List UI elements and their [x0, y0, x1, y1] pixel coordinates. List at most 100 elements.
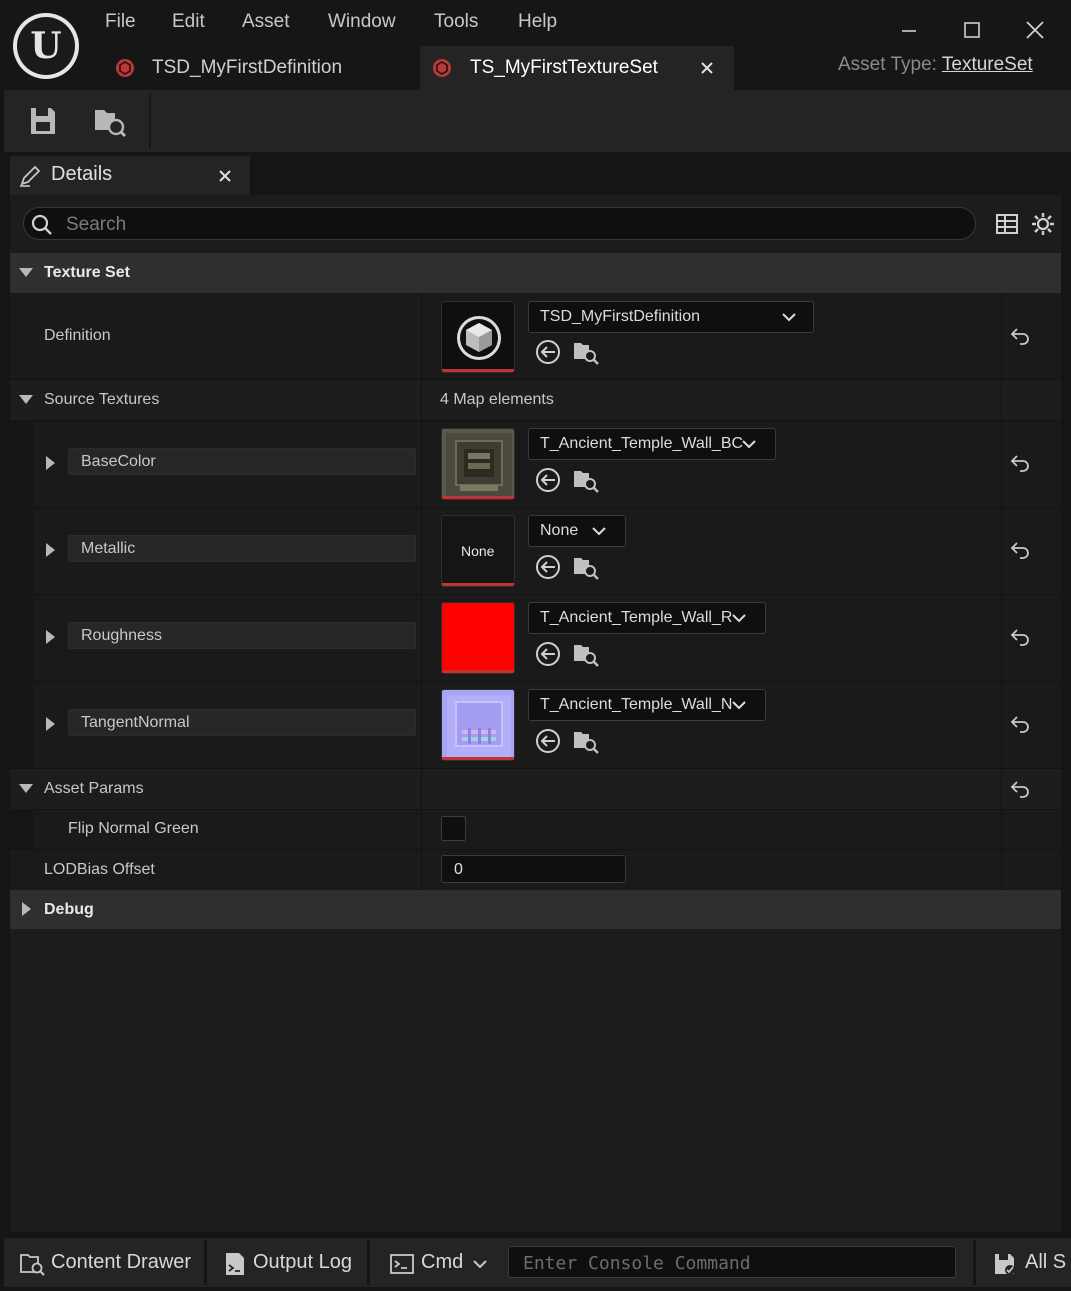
- menu-file[interactable]: File: [105, 8, 136, 36]
- chevron-down-icon: [782, 313, 796, 322]
- use-selected-asset-icon[interactable]: [535, 339, 561, 365]
- thumbnail-none-label: None: [461, 543, 495, 559]
- settings-gear-icon[interactable]: [1031, 211, 1055, 237]
- use-selected-asset-icon[interactable]: [535, 554, 561, 580]
- map-name-field[interactable]: Metallic: [68, 535, 416, 562]
- output-log-icon: [226, 1253, 244, 1275]
- dropdown-value: T_Ancient_Temple_Wall_BC: [540, 435, 744, 452]
- unreal-logo-icon[interactable]: U: [13, 13, 79, 79]
- stone-wall-texture-thumbnail: [442, 429, 514, 499]
- definition-thumbnail[interactable]: [441, 301, 515, 373]
- asset-type-label: Asset Type: TextureSet: [838, 54, 1033, 76]
- browse-asset-icon[interactable]: [573, 467, 599, 493]
- minimize-icon[interactable]: [889, 10, 929, 50]
- search-icon: [31, 214, 52, 235]
- metallic-texture-dropdown[interactable]: None: [528, 515, 626, 547]
- asset-params-label: Asset Params: [44, 780, 144, 797]
- tab-tsd-myfirstdefinition[interactable]: TSD_MyFirstDefinition: [105, 46, 415, 90]
- lodbias-input[interactable]: 0: [441, 855, 626, 883]
- lodbias-row: LODBias Offset 0: [10, 849, 1061, 890]
- content-drawer-label: Content Drawer: [51, 1251, 192, 1273]
- menu-window[interactable]: Window: [328, 8, 396, 36]
- use-selected-asset-icon[interactable]: [535, 641, 561, 667]
- dropdown-value: T_Ancient_Temple_Wall_R: [540, 609, 733, 626]
- definition-row: Definition TSD_MyFirstDefinition: [10, 293, 1061, 379]
- collapse-arrow-icon[interactable]: [19, 268, 33, 277]
- browse-asset-icon[interactable]: [573, 728, 599, 754]
- map-elements-count: 4 Map elements: [440, 391, 554, 408]
- details-tab[interactable]: Details: [10, 156, 250, 196]
- map-name-field[interactable]: TangentNormal: [68, 709, 416, 736]
- property-matrix-icon[interactable]: [995, 212, 1019, 236]
- tab-label: TSD_MyFirstDefinition: [152, 57, 343, 78]
- search-input[interactable]: [64, 208, 948, 241]
- menu-asset[interactable]: Asset: [242, 8, 290, 36]
- search-bar[interactable]: [23, 207, 976, 241]
- browse-asset-icon[interactable]: [573, 554, 599, 580]
- definition-dropdown[interactable]: TSD_MyFirstDefinition: [528, 301, 814, 333]
- source-textures-label: Source Textures: [44, 391, 160, 408]
- category-texture-set[interactable]: Texture Set: [10, 253, 1061, 293]
- all-saved-label: All Saved: [1025, 1251, 1067, 1273]
- expand-arrow-icon[interactable]: [22, 902, 31, 916]
- map-name-field[interactable]: BaseColor: [68, 448, 416, 475]
- source-textures-row[interactable]: Source Textures 4 Map elements: [10, 379, 1061, 420]
- toolbar-separator: [149, 94, 151, 148]
- dropdown-value: None: [540, 522, 579, 539]
- cube-asset-icon: [457, 316, 501, 360]
- use-selected-asset-icon[interactable]: [535, 728, 561, 754]
- reset-to-default-icon[interactable]: [1009, 327, 1031, 345]
- map-row-roughness: Roughness T_Ancient_Temple_Wall_R: [10, 594, 1061, 681]
- flip-normal-green-checkbox[interactable]: [441, 816, 466, 841]
- console-input[interactable]: [521, 1247, 945, 1279]
- expand-arrow-icon[interactable]: [46, 717, 55, 731]
- map-name: BaseColor: [81, 453, 156, 470]
- maximize-icon[interactable]: [952, 10, 992, 50]
- menu-edit[interactable]: Edit: [172, 8, 205, 36]
- map-row-basecolor: BaseColor T_Ancient_Temple_Wall_BC: [10, 420, 1061, 507]
- content-drawer-icon: [20, 1254, 45, 1276]
- collapse-arrow-icon[interactable]: [19, 784, 33, 793]
- menu-help[interactable]: Help: [518, 8, 557, 36]
- tab-ts-myfirsttextureset[interactable]: TS_MyFirstTextureSet: [420, 46, 734, 90]
- chevron-down-icon: [742, 440, 756, 449]
- output-log-label: Output Log: [253, 1251, 352, 1273]
- close-window-icon[interactable]: [1015, 10, 1055, 50]
- asset-params-row[interactable]: Asset Params: [10, 768, 1061, 809]
- metallic-thumbnail[interactable]: None: [441, 515, 515, 587]
- normal-map-texture-thumbnail: [442, 690, 514, 760]
- reset-to-default-icon[interactable]: [1009, 715, 1031, 733]
- asset-type-link[interactable]: TextureSet: [942, 54, 1033, 75]
- reset-to-default-icon[interactable]: [1009, 541, 1031, 559]
- save-icon[interactable]: [29, 106, 57, 136]
- all-saved-button[interactable]: All Saved: [993, 1238, 1067, 1287]
- reset-to-default-icon[interactable]: [1009, 454, 1031, 472]
- map-name-field[interactable]: Roughness: [68, 622, 416, 649]
- terminal-icon: [390, 1254, 414, 1274]
- basecolor-texture-dropdown[interactable]: T_Ancient_Temple_Wall_BC: [528, 428, 776, 460]
- definition-label: Definition: [44, 327, 111, 344]
- use-selected-asset-icon[interactable]: [535, 467, 561, 493]
- roughness-thumbnail[interactable]: [441, 602, 515, 674]
- expand-arrow-icon[interactable]: [46, 630, 55, 644]
- browse-asset-icon[interactable]: [573, 641, 599, 667]
- browse-asset-icon[interactable]: [573, 339, 599, 365]
- roughness-texture-dropdown[interactable]: T_Ancient_Temple_Wall_R: [528, 602, 766, 634]
- browse-to-asset-icon[interactable]: [93, 104, 127, 138]
- reset-to-default-icon[interactable]: [1009, 628, 1031, 646]
- close-tab-icon[interactable]: [701, 62, 713, 74]
- category-debug[interactable]: Debug: [10, 890, 1061, 929]
- details-tab-label: Details: [51, 163, 113, 185]
- console-command-field[interactable]: [508, 1246, 956, 1279]
- reset-to-default-icon[interactable]: [1009, 780, 1031, 798]
- expand-arrow-icon[interactable]: [46, 543, 55, 557]
- basecolor-thumbnail[interactable]: [441, 428, 515, 500]
- menu-tools[interactable]: Tools: [434, 8, 478, 36]
- collapse-arrow-icon[interactable]: [19, 395, 33, 404]
- close-details-icon[interactable]: [219, 170, 231, 182]
- tangentnormal-texture-dropdown[interactable]: T_Ancient_Temple_Wall_N: [528, 689, 766, 721]
- lodbias-label: LODBias Offset: [44, 861, 155, 878]
- expand-arrow-icon[interactable]: [46, 456, 55, 470]
- tangentnormal-thumbnail[interactable]: [441, 689, 515, 761]
- dropdown-value: TSD_MyFirstDefinition: [540, 308, 701, 325]
